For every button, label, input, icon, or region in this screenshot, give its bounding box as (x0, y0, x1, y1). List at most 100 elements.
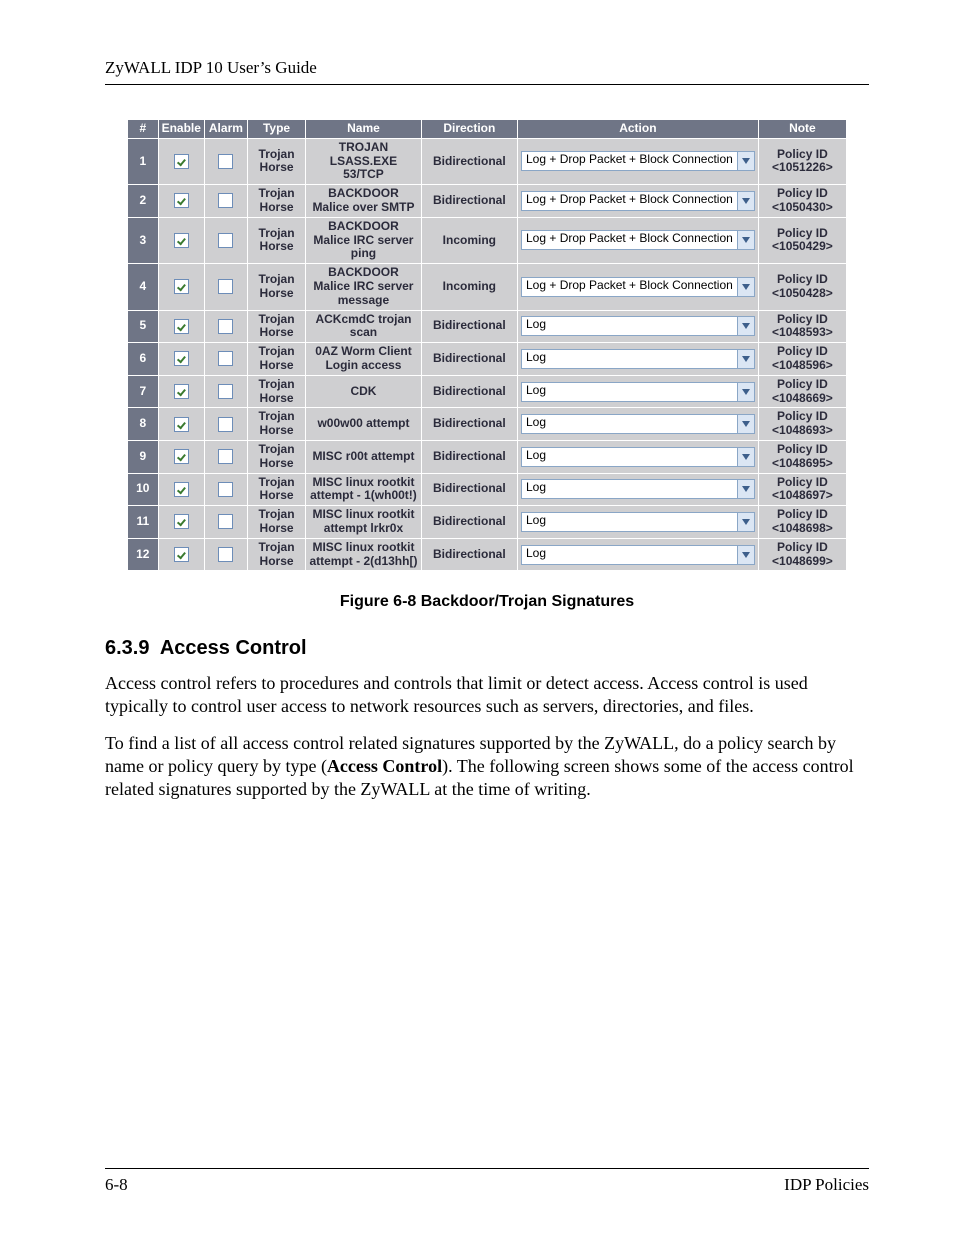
direction-cell: Bidirectional (421, 375, 517, 408)
type-cell: Trojan Horse (247, 264, 305, 310)
enable-checkbox[interactable] (174, 154, 189, 169)
alarm-cell (204, 343, 247, 376)
name-cell: 0AZ Worm Client Login access (306, 343, 421, 376)
action-select[interactable]: Log (521, 316, 755, 336)
alarm-cell (204, 138, 247, 184)
chevron-down-icon[interactable] (737, 152, 754, 170)
direction-cell: Bidirectional (421, 310, 517, 343)
action-select[interactable]: Log + Drop Packet + Block Connection (521, 151, 755, 171)
table-row: 2Trojan HorseBACKDOOR Malice over SMTPBi… (128, 185, 847, 218)
direction-cell: Bidirectional (421, 538, 517, 571)
enable-checkbox[interactable] (174, 547, 189, 562)
chevron-down-icon[interactable] (737, 415, 754, 433)
row-number: 10 (128, 473, 159, 506)
alarm-checkbox[interactable] (218, 417, 233, 432)
action-cell: Log (518, 343, 759, 376)
alarm-cell (204, 185, 247, 218)
enable-cell (158, 138, 204, 184)
col-alarm: Alarm (204, 120, 247, 139)
note-cell: Policy ID <1051226> (758, 138, 846, 184)
table-row: 11Trojan HorseMISC linux rootkit attempt… (128, 506, 847, 539)
name-cell: MISC r00t attempt (306, 440, 421, 473)
enable-checkbox[interactable] (174, 482, 189, 497)
chevron-down-icon[interactable] (737, 231, 754, 249)
alarm-checkbox[interactable] (218, 279, 233, 294)
alarm-checkbox[interactable] (218, 384, 233, 399)
action-value: Log (522, 546, 737, 564)
chevron-down-icon[interactable] (737, 317, 754, 335)
row-number: 2 (128, 185, 159, 218)
alarm-checkbox[interactable] (218, 233, 233, 248)
enable-checkbox[interactable] (174, 279, 189, 294)
enable-checkbox[interactable] (174, 193, 189, 208)
type-cell: Trojan Horse (247, 217, 305, 263)
enable-checkbox[interactable] (174, 417, 189, 432)
chevron-down-icon[interactable] (737, 278, 754, 296)
type-cell: Trojan Horse (247, 506, 305, 539)
alarm-checkbox[interactable] (218, 154, 233, 169)
table-row: 3 Trojan HorseBACKDOOR Malice IRC server … (128, 217, 847, 263)
note-cell: Policy ID <1048695> (758, 440, 846, 473)
action-cell: Log (518, 408, 759, 441)
alarm-checkbox[interactable] (218, 319, 233, 334)
chevron-down-icon[interactable] (737, 448, 754, 466)
action-value: Log + Drop Packet + Block Connection (522, 278, 737, 296)
section-title: Access Control (160, 637, 307, 659)
action-select[interactable]: Log (521, 512, 755, 532)
enable-checkbox[interactable] (174, 514, 189, 529)
row-number: 3 (128, 217, 159, 263)
chevron-down-icon[interactable] (737, 192, 754, 210)
chevron-down-icon[interactable] (737, 513, 754, 531)
alarm-checkbox[interactable] (218, 514, 233, 529)
section-number: 6.3.9 (105, 637, 149, 659)
chevron-down-icon[interactable] (737, 480, 754, 498)
alarm-cell (204, 310, 247, 343)
alarm-checkbox[interactable] (218, 547, 233, 562)
page-footer: 6-8 IDP Policies (105, 1168, 869, 1195)
direction-cell: Bidirectional (421, 473, 517, 506)
action-select[interactable]: Log (521, 414, 755, 434)
alarm-cell (204, 375, 247, 408)
action-select[interactable]: Log (521, 447, 755, 467)
name-cell: BACKDOOR Malice IRC server ping (306, 217, 421, 263)
figure-caption: Figure 6-8 Backdoor/Trojan Signatures (105, 593, 869, 611)
action-select[interactable]: Log (521, 545, 755, 565)
type-cell: Trojan Horse (247, 185, 305, 218)
table-row: 7Trojan HorseCDKBidirectionalLogPolicy I… (128, 375, 847, 408)
direction-cell: Bidirectional (421, 506, 517, 539)
alarm-checkbox[interactable] (218, 449, 233, 464)
alarm-checkbox[interactable] (218, 482, 233, 497)
table-row: 8Trojan Horsew00w00 attemptBidirectional… (128, 408, 847, 441)
action-value: Log (522, 350, 737, 368)
enable-cell (158, 473, 204, 506)
note-cell: Policy ID <1050428> (758, 264, 846, 310)
enable-checkbox[interactable] (174, 384, 189, 399)
enable-checkbox[interactable] (174, 319, 189, 334)
table-row: 10Trojan HorseMISC linux rootkit attempt… (128, 473, 847, 506)
enable-cell (158, 440, 204, 473)
enable-checkbox[interactable] (174, 351, 189, 366)
name-cell: w00w00 attempt (306, 408, 421, 441)
direction-cell: Incoming (421, 217, 517, 263)
action-select[interactable]: Log + Drop Packet + Block Connection (521, 191, 755, 211)
action-select[interactable]: Log (521, 479, 755, 499)
type-cell: Trojan Horse (247, 538, 305, 571)
note-cell: Policy ID <1048593> (758, 310, 846, 343)
action-select[interactable]: Log + Drop Packet + Block Connection (521, 230, 755, 250)
action-select[interactable]: Log (521, 382, 755, 402)
action-select[interactable]: Log + Drop Packet + Block Connection (521, 277, 755, 297)
chevron-down-icon[interactable] (737, 546, 754, 564)
direction-cell: Bidirectional (421, 440, 517, 473)
alarm-checkbox[interactable] (218, 351, 233, 366)
action-select[interactable]: Log (521, 349, 755, 369)
row-number: 11 (128, 506, 159, 539)
section-paragraph-2: To find a list of all access control rel… (105, 732, 869, 801)
enable-checkbox[interactable] (174, 449, 189, 464)
enable-checkbox[interactable] (174, 233, 189, 248)
chevron-down-icon[interactable] (737, 350, 754, 368)
action-value: Log (522, 448, 737, 466)
alarm-cell (204, 408, 247, 441)
footer-chapter-name: IDP Policies (784, 1175, 869, 1195)
alarm-checkbox[interactable] (218, 193, 233, 208)
chevron-down-icon[interactable] (737, 383, 754, 401)
